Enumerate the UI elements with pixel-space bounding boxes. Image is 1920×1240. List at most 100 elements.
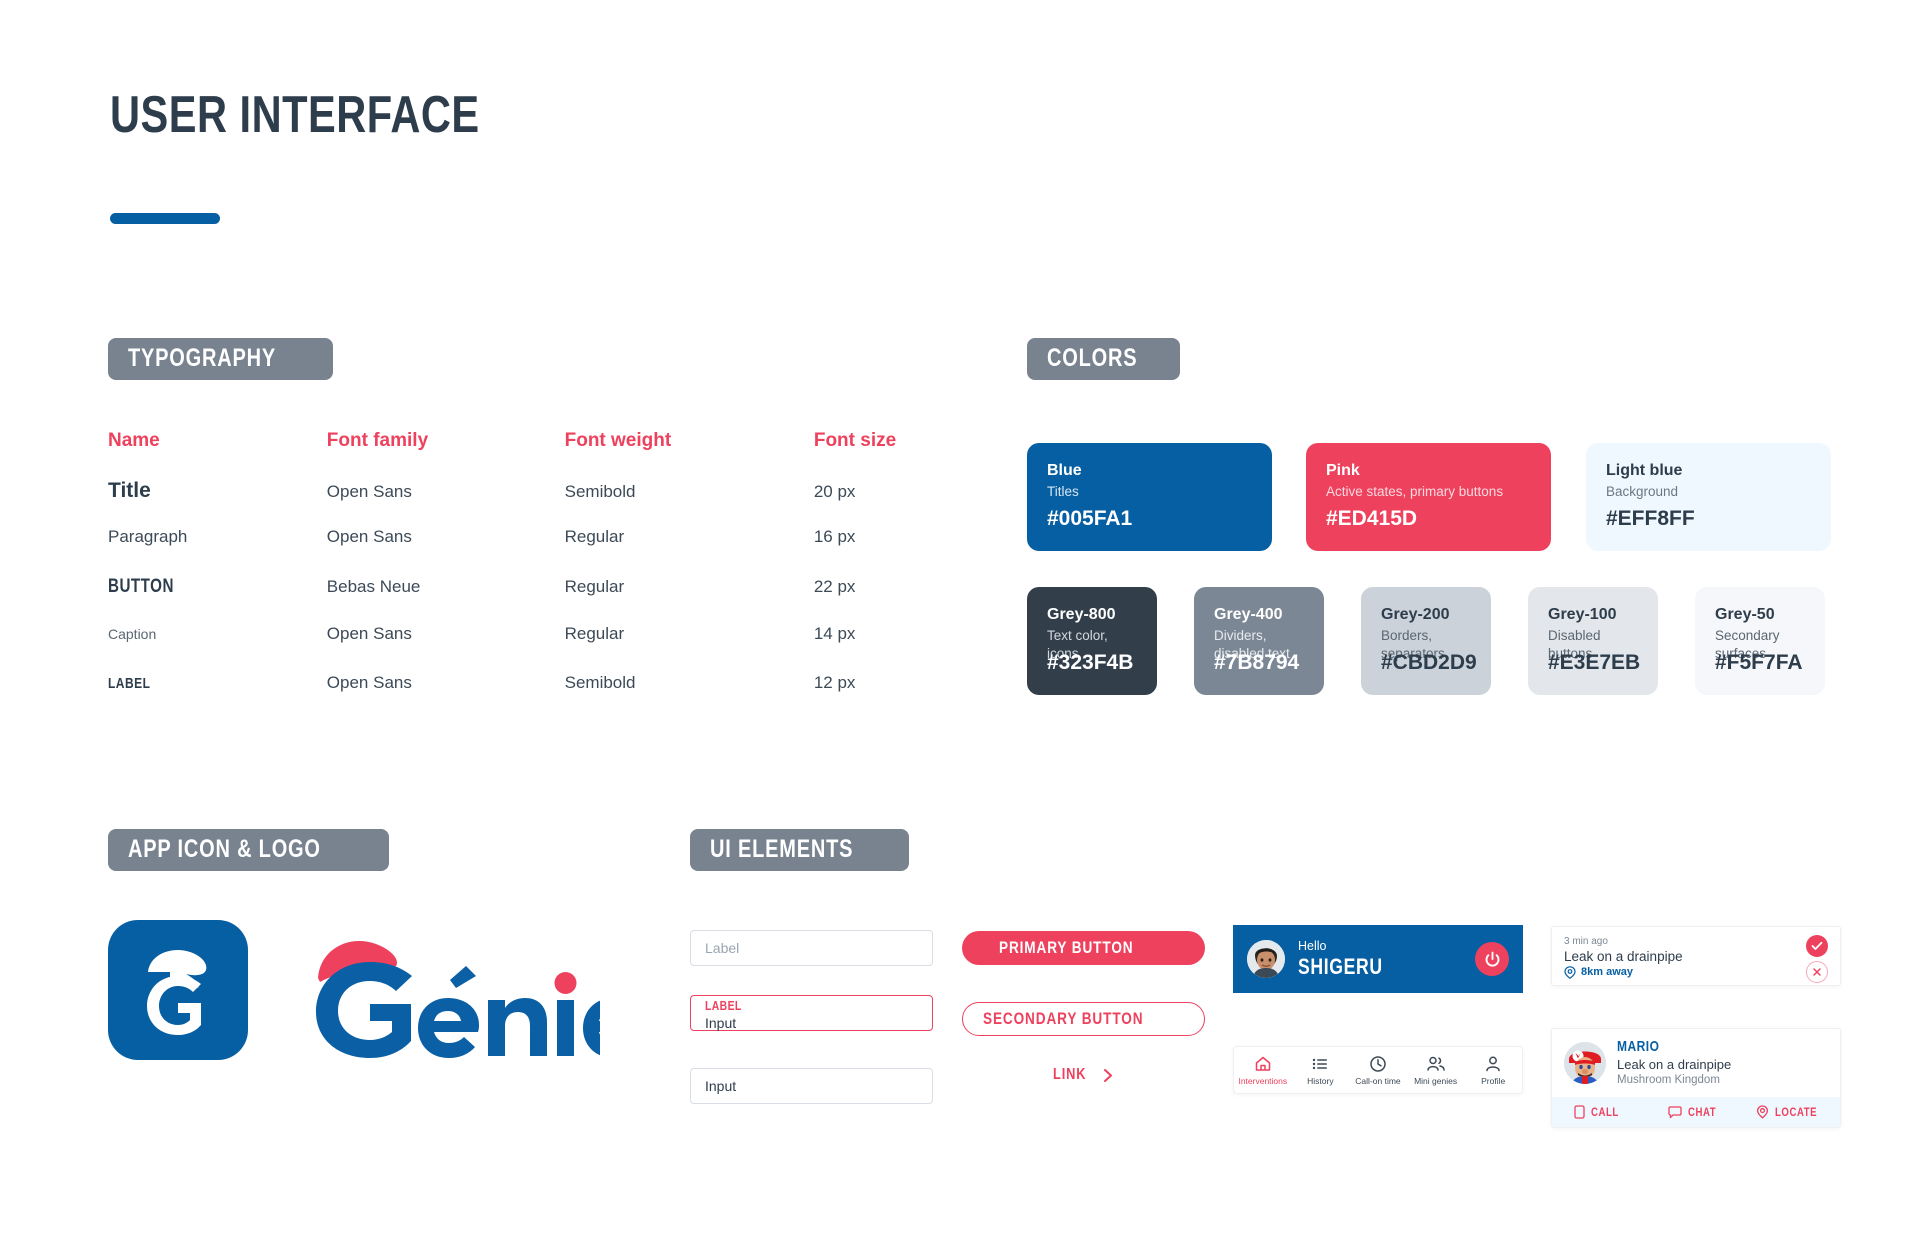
genie-logo-icon (316, 941, 600, 1058)
typography-weight-4: Semibold (564, 672, 636, 692)
notification-distance-label: 8km away (1581, 966, 1633, 978)
typography-size-0: 20 px (813, 481, 856, 501)
table-row: BUTTON Bebas Neue Regular 22 px (108, 576, 928, 625)
nav-item-mini-genies[interactable]: Mini genies (1407, 1055, 1465, 1086)
call-button[interactable]: CALL (1552, 1105, 1648, 1119)
close-icon (1812, 967, 1822, 977)
color-swatch-blue-name: Blue (1047, 462, 1082, 479)
user-name: SHIGERU (1298, 954, 1404, 979)
greeting-text: Hello SHIGERU (1298, 939, 1475, 980)
accept-button[interactable] (1806, 935, 1828, 957)
power-icon (1484, 951, 1501, 968)
chat-button[interactable]: CHAT (1648, 1105, 1744, 1119)
text-input-filled-value: Input (705, 1078, 737, 1094)
section-badge-typography: TYPOGRAPHY (108, 338, 334, 380)
app-icon (108, 920, 248, 1060)
contact-card: MARIO Leak on a drainpipe Mushroom Kingd… (1551, 1028, 1841, 1128)
color-swatch-grey-100-hex: #E3E7EB (1548, 651, 1641, 674)
color-swatch-grey-200: Grey-200 Borders, separators #CBD2D9 (1361, 587, 1491, 695)
contact-name: MARIO (1617, 1038, 1731, 1056)
user-name-text: SHIGERU (1298, 953, 1383, 979)
primary-button[interactable]: PRIMARY BUTTON (962, 931, 1205, 965)
people-icon (1426, 1055, 1446, 1073)
typography-family-3: Open Sans (326, 624, 412, 643)
genie-mark-icon (147, 950, 207, 1035)
color-swatch-light-blue-name: Light blue (1606, 462, 1683, 479)
secondary-button[interactable]: SECONDARY BUTTON (962, 1002, 1205, 1036)
notification-title: Leak on a drainpipe (1564, 949, 1683, 964)
pin-icon (1564, 965, 1576, 979)
color-swatch-grey-50-name: Grey-50 (1715, 606, 1775, 623)
typography-body: Title Open Sans Semibold 20 px Paragraph… (108, 479, 928, 722)
contact-name-text: MARIO (1617, 1038, 1660, 1055)
nav-item-history[interactable]: History (1292, 1055, 1350, 1086)
color-swatch-grey-200-name: Grey-200 (1381, 606, 1450, 623)
table-row: Caption Open Sans Regular 14 px (108, 624, 928, 673)
nav-item-mini-genies-label: Mini genies (1414, 1075, 1458, 1086)
call-button-label: CALL (1591, 1105, 1619, 1119)
table-row: Paragraph Open Sans Regular 16 px (108, 527, 928, 576)
typography-family-4: Open Sans (326, 672, 412, 692)
color-swatch-blue: Blue Titles #005FA1 (1027, 443, 1272, 551)
user-greeting-header: Hello SHIGERU (1233, 925, 1523, 993)
color-swatch-grey-200-hex: #CBD2D9 (1381, 651, 1477, 674)
typography-weight-0: Semibold (564, 481, 636, 501)
secondary-button-label: SECONDARY BUTTON (983, 1009, 1144, 1028)
avatar-photo-icon (1247, 940, 1285, 978)
locate-button[interactable]: LOCATE (1744, 1105, 1840, 1119)
link-button[interactable]: LINK (962, 1062, 1205, 1088)
section-badge-typography-label: TYPOGRAPHY (128, 344, 277, 372)
color-swatch-grey-400-name: Grey-400 (1214, 606, 1283, 623)
chat-icon (1668, 1105, 1683, 1119)
color-swatch-grey-800: Grey-800 Text color, icons #323F4B (1027, 587, 1157, 695)
color-swatch-pink-usage: Active states, primary buttons (1326, 484, 1504, 499)
pin-icon (1756, 1105, 1769, 1119)
text-input-focused-label: LABEL (705, 999, 932, 1014)
list-icon (1311, 1055, 1329, 1073)
color-swatch-light-blue-hex: #EFF8FF (1606, 507, 1695, 530)
nav-item-call-on-time[interactable]: Call-on time (1349, 1055, 1407, 1086)
text-input-focused[interactable]: LABEL Input (690, 995, 933, 1031)
typography-sample-button: BUTTON (108, 575, 174, 597)
typography-header-name: Name (108, 430, 160, 451)
nav-item-interventions-label: Interventions (1238, 1075, 1288, 1086)
color-swatch-grey-100: Grey-100 Disabled buttons #E3E7EB (1528, 587, 1658, 695)
page-title-text: USER INTERFACE (110, 86, 480, 144)
page-title: USER INTERFACE (110, 88, 572, 142)
color-swatch-grey-100-name: Grey-100 (1548, 606, 1617, 623)
chevron-right-icon (1103, 1068, 1114, 1082)
typography-sample-title: Title (108, 478, 151, 502)
typography-family-1: Open Sans (326, 527, 412, 546)
typography-header-weight: Font weight (564, 430, 672, 451)
color-swatch-light-blue-usage: Background (1606, 484, 1679, 499)
typography-size-3: 14 px (813, 624, 856, 643)
nav-item-profile-label: Profile (1481, 1075, 1506, 1086)
power-button[interactable] (1475, 942, 1509, 976)
section-badge-ui-elements-label: UI ELEMENTS (710, 835, 854, 863)
table-row: Title Open Sans Semibold 20 px (108, 479, 928, 528)
color-swatch-grey-800-hex: #323F4B (1047, 651, 1134, 674)
nav-item-interventions[interactable]: Interventions (1234, 1055, 1292, 1086)
typography-family-2: Bebas Neue (326, 576, 421, 596)
chat-button-label: CHAT (1688, 1105, 1717, 1119)
person-icon (1484, 1055, 1502, 1073)
color-swatch-pink: Pink Active states, primary buttons #ED4… (1306, 443, 1551, 551)
mario-avatar-icon (1564, 1042, 1606, 1084)
typography-size-1: 16 px (813, 527, 856, 546)
nav-item-profile[interactable]: Profile (1464, 1055, 1522, 1086)
color-swatch-grey-50: Grey-50 Secondary surfaces #F5F7FA (1695, 587, 1825, 695)
text-input-empty[interactable]: Label (690, 930, 933, 966)
contact-card-body: MARIO Leak on a drainpipe Mushroom Kingd… (1552, 1029, 1840, 1097)
color-swatch-pink-name: Pink (1326, 462, 1360, 479)
typography-family-0: Open Sans (326, 481, 412, 501)
decline-button[interactable] (1806, 961, 1828, 983)
contact-info: MARIO Leak on a drainpipe Mushroom Kingd… (1617, 1038, 1731, 1088)
nav-item-history-label: History (1307, 1075, 1334, 1086)
text-input-filled[interactable]: Input (690, 1068, 933, 1104)
bottom-navigation-bar: Interventions History Call-on time Mini … (1233, 1046, 1523, 1094)
contact-location: Mushroom Kingdom (1617, 1074, 1720, 1086)
color-swatch-blue-usage: Titles (1047, 484, 1079, 499)
contact-action-bar: CALL CHAT LOCATE (1552, 1097, 1840, 1127)
avatar (1564, 1042, 1606, 1084)
typography-sample-label: LABEL (108, 674, 151, 692)
